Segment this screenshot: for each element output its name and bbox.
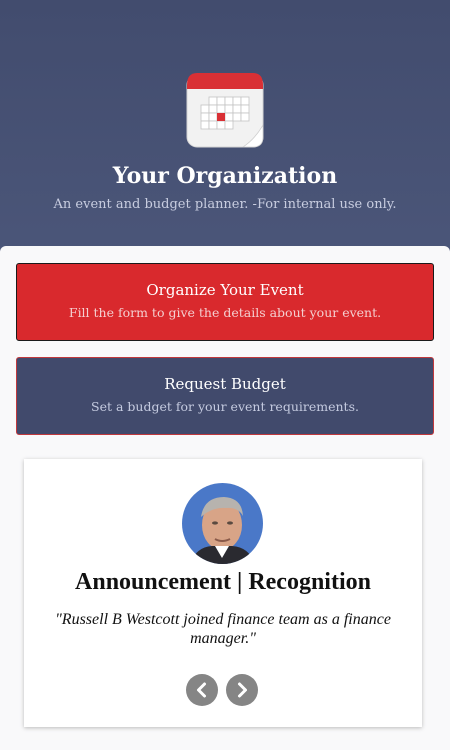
request-budget-description: Set a budget for your event requirements… [91, 399, 359, 414]
announcement-title: Announcement | Recognition [75, 569, 371, 595]
announcement-card: Announcement | Recognition "Russell B We… [24, 459, 422, 727]
organization-title: Your Organization [112, 163, 338, 189]
header: Your Organization An event and budget pl… [0, 0, 450, 262]
announcement-quote: "Russell B Westcott joined finance team … [55, 611, 391, 647]
chevron-left-icon [197, 682, 206, 698]
organize-event-title: Organize Your Event [146, 281, 304, 299]
request-budget-button[interactable]: Request Budget Set a budget for your eve… [16, 357, 434, 435]
request-budget-title: Request Budget [164, 375, 286, 393]
previous-button[interactable] [186, 674, 218, 706]
organization-subtitle: An event and budget planner. -For intern… [53, 197, 397, 212]
organize-event-button[interactable]: Organize Your Event Fill the form to giv… [16, 263, 434, 341]
chevron-right-icon [238, 682, 247, 698]
organize-event-description: Fill the form to give the details about … [68, 305, 382, 320]
next-button[interactable] [226, 674, 258, 706]
calendar-icon [186, 73, 264, 148]
avatar [182, 483, 263, 564]
